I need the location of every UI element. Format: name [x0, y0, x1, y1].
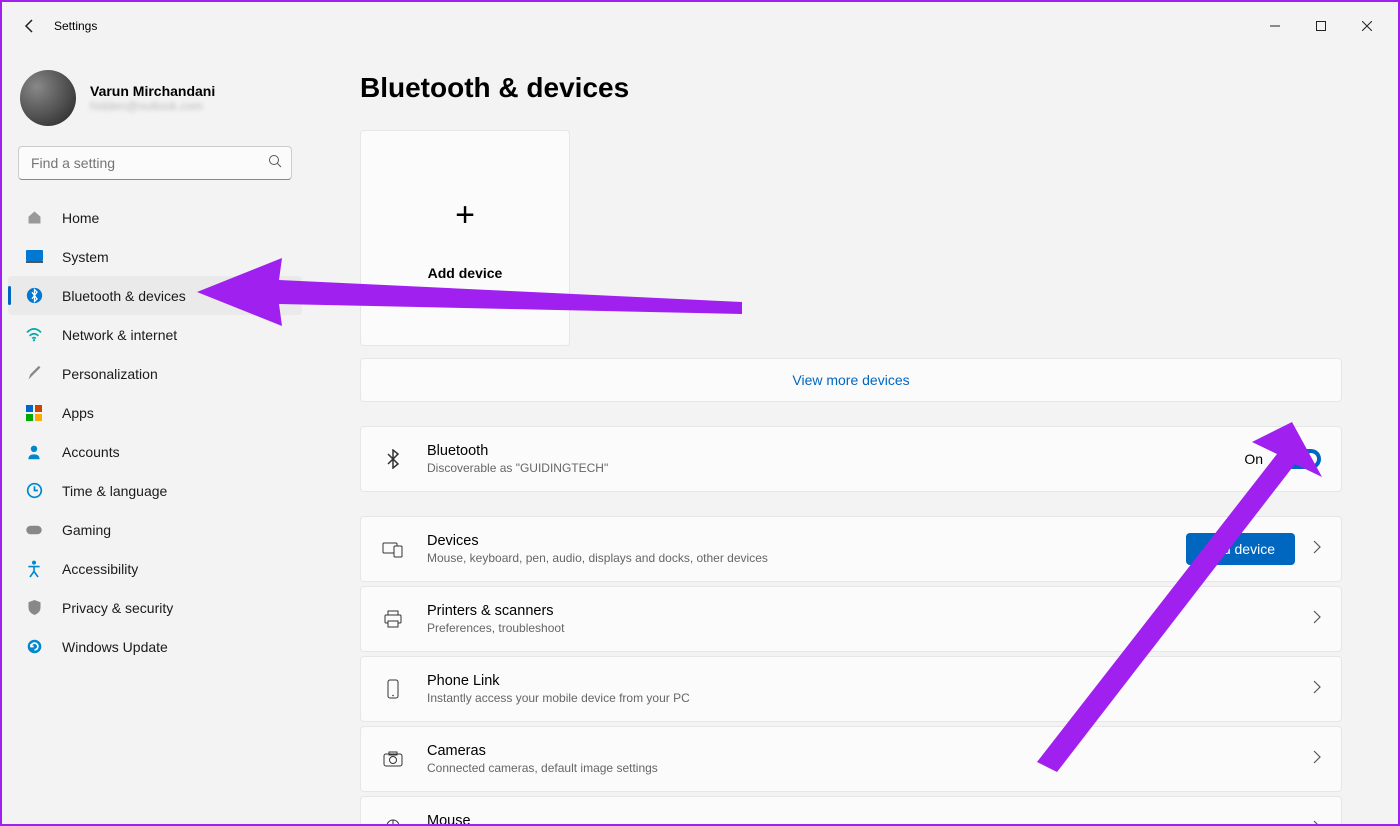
nav-time-language[interactable]: Time & language: [8, 471, 302, 510]
avatar: [20, 70, 76, 126]
home-icon: [24, 208, 44, 228]
main-content: Bluetooth & devices + Add device View mo…: [312, 50, 1398, 824]
nav-system[interactable]: System: [8, 237, 302, 276]
nav-privacy[interactable]: Privacy & security: [8, 588, 302, 627]
profile-email: hidden@outlook.com: [90, 99, 215, 113]
devices-row[interactable]: Devices Mouse, keyboard, pen, audio, dis…: [360, 516, 1342, 582]
nav-home[interactable]: Home: [8, 198, 302, 237]
title-bar: Settings: [2, 2, 1398, 50]
profile-name: Varun Mirchandani: [90, 83, 215, 99]
back-button[interactable]: [10, 6, 50, 46]
devices-title: Devices: [427, 533, 1186, 549]
cameras-title: Cameras: [427, 743, 1313, 759]
gamepad-icon: [24, 520, 44, 540]
nav-accessibility[interactable]: Accessibility: [8, 549, 302, 588]
bluetooth-title: Bluetooth: [427, 443, 1244, 459]
printer-icon: [381, 610, 405, 628]
update-icon: [24, 637, 44, 657]
chevron-right-icon: [1313, 610, 1321, 629]
shield-icon: [24, 598, 44, 618]
bluetooth-state-label: On: [1244, 451, 1263, 467]
apps-icon: [24, 403, 44, 423]
search-input[interactable]: [18, 146, 292, 180]
accessibility-icon: [24, 559, 44, 579]
camera-icon: [381, 751, 405, 767]
bluetooth-toggle-row: Bluetooth Discoverable as "GUIDINGTECH" …: [360, 426, 1342, 492]
sidebar: Varun Mirchandani hidden@outlook.com Hom…: [2, 50, 312, 824]
bluetooth-icon: [24, 286, 44, 306]
nav-personalization[interactable]: Personalization: [8, 354, 302, 393]
maximize-button[interactable]: [1298, 10, 1344, 42]
printers-subtitle: Preferences, troubleshoot: [427, 621, 1313, 635]
cameras-subtitle: Connected cameras, default image setting…: [427, 761, 1313, 775]
chevron-right-icon: [1313, 750, 1321, 769]
close-button[interactable]: [1344, 10, 1390, 42]
cameras-row[interactable]: Cameras Connected cameras, default image…: [360, 726, 1342, 792]
view-more-devices-link[interactable]: View more devices: [360, 358, 1342, 402]
wifi-icon: [24, 325, 44, 345]
app-title: Settings: [54, 19, 97, 33]
clock-icon: [24, 481, 44, 501]
add-device-button[interactable]: Add device: [1186, 533, 1295, 565]
mouse-title: Mouse: [427, 813, 1313, 824]
search-icon: [268, 154, 282, 173]
devices-icon: [381, 540, 405, 558]
nav-network[interactable]: Network & internet: [8, 315, 302, 354]
page-title: Bluetooth & devices: [360, 72, 1342, 104]
add-device-card[interactable]: + Add device: [360, 130, 570, 346]
nav-bluetooth-devices[interactable]: Bluetooth & devices: [8, 276, 302, 315]
system-icon: [24, 247, 44, 267]
bluetooth-row-icon: [381, 449, 405, 469]
printers-title: Printers & scanners: [427, 603, 1313, 619]
phone-icon: [381, 679, 405, 699]
phone-link-title: Phone Link: [427, 673, 1313, 689]
chevron-right-icon: [1313, 540, 1321, 559]
mouse-icon: [381, 819, 405, 824]
chevron-right-icon: [1313, 820, 1321, 825]
printers-row[interactable]: Printers & scanners Preferences, trouble…: [360, 586, 1342, 652]
mouse-row[interactable]: Mouse Buttons, mouse pointer speed, scro…: [360, 796, 1342, 824]
plus-icon: +: [455, 196, 475, 235]
nav-accounts[interactable]: Accounts: [8, 432, 302, 471]
profile-block[interactable]: Varun Mirchandani hidden@outlook.com: [2, 62, 308, 146]
window-controls: [1252, 10, 1390, 42]
phone-link-subtitle: Instantly access your mobile device from…: [427, 691, 1313, 705]
phone-link-row[interactable]: Phone Link Instantly access your mobile …: [360, 656, 1342, 722]
back-arrow-icon: [22, 18, 38, 34]
add-device-label: Add device: [428, 265, 503, 281]
chevron-right-icon: [1313, 680, 1321, 699]
nav-gaming[interactable]: Gaming: [8, 510, 302, 549]
bluetooth-toggle[interactable]: [1281, 449, 1321, 469]
brush-icon: [24, 364, 44, 384]
nav-windows-update[interactable]: Windows Update: [8, 627, 302, 666]
person-icon: [24, 442, 44, 462]
devices-subtitle: Mouse, keyboard, pen, audio, displays an…: [427, 551, 1186, 565]
minimize-button[interactable]: [1252, 10, 1298, 42]
nav-apps[interactable]: Apps: [8, 393, 302, 432]
bluetooth-subtitle: Discoverable as "GUIDINGTECH": [427, 461, 1244, 475]
